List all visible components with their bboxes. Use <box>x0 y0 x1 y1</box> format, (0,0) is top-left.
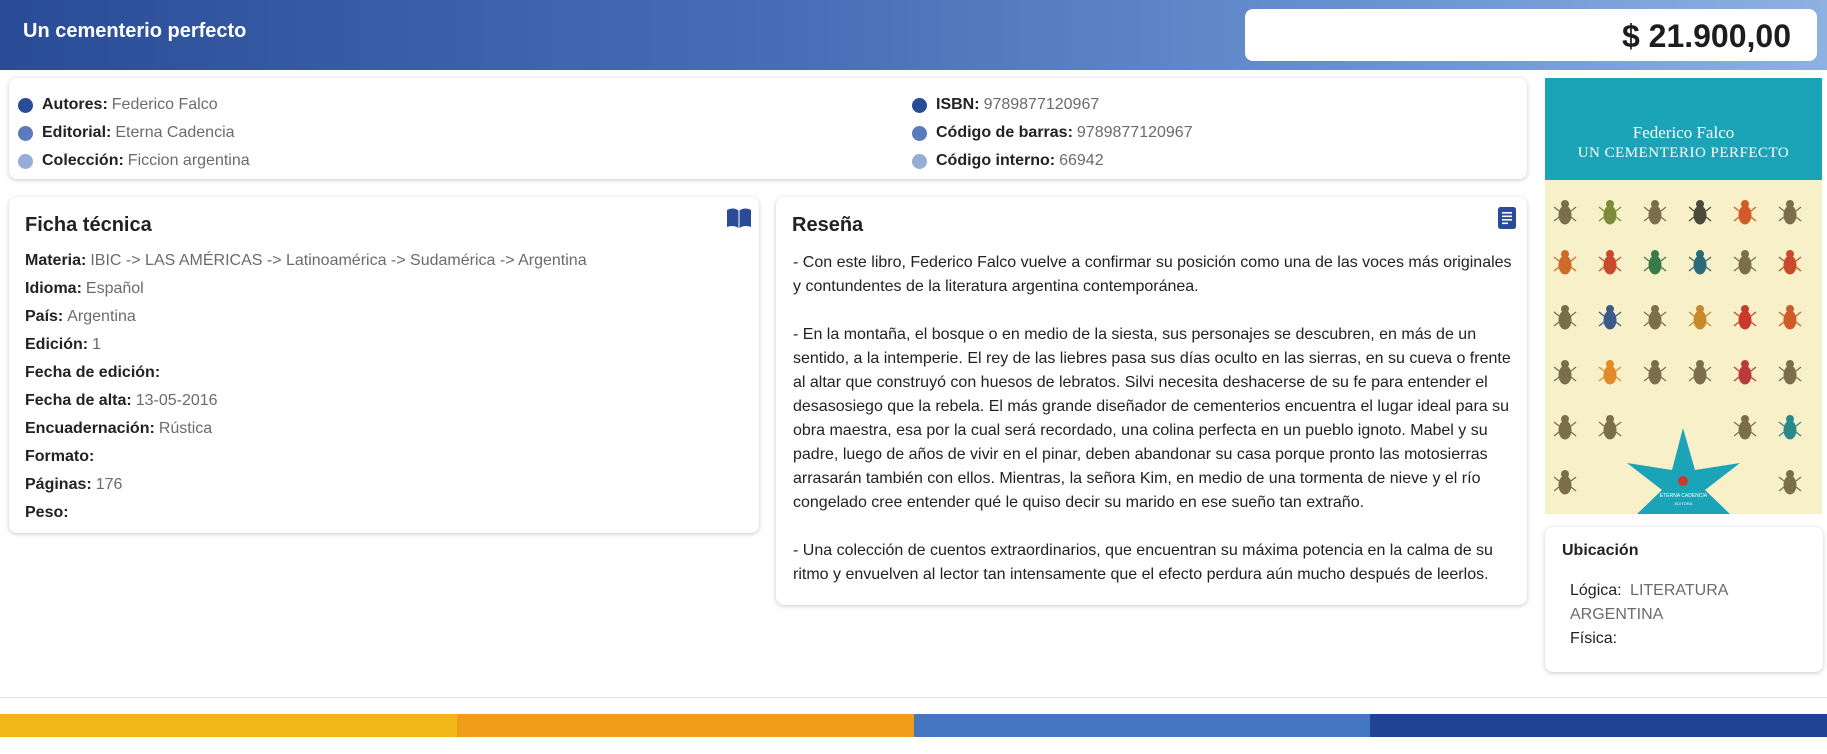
bullet-icon <box>18 125 33 141</box>
info-row-editorial: Editorial: Eterna Cadencia <box>18 119 250 147</box>
ubicacion-body: Lógica: LITERATURA ARGENTINA Física: <box>1570 579 1810 651</box>
ficha-value: Argentina <box>67 308 136 325</box>
ficha-row-pais: País: Argentina <box>25 303 587 331</box>
ficha-label: País: <box>25 308 64 325</box>
footer-color-stripes <box>0 714 1827 737</box>
info-label: Editorial: <box>42 124 112 141</box>
info-row-codigo-interno: Código interno: 66942 <box>912 147 1193 175</box>
cover-title: UN CEMENTERIO PERFECTO <box>1577 145 1790 161</box>
ubicacion-title: Ubicación <box>1562 542 1639 559</box>
document-icon <box>1498 207 1516 229</box>
ficha-row-formato: Formato: <box>25 443 587 471</box>
bullet-icon <box>912 97 927 113</box>
footer-divider <box>0 697 1827 698</box>
book-icon <box>727 208 751 228</box>
ficha-row-peso: Peso: <box>25 499 587 527</box>
cover-author: Federico Falco <box>1632 123 1735 142</box>
ficha-row-encuadernacion: Encuadernación: Rústica <box>25 415 587 443</box>
ficha-list: Materia: IBIC -> LAS AMÉRICAS -> Latinoa… <box>25 247 587 527</box>
stripe-dark-blue <box>1370 714 1827 737</box>
bullet-icon <box>18 153 33 169</box>
ficha-tecnica-card: Ficha técnica Materia: IBIC -> LAS AMÉRI… <box>9 197 759 533</box>
info-row-codigo-barras: Código de barras: 9789877120967 <box>912 119 1193 147</box>
info-label: Código interno: <box>936 152 1056 169</box>
ficha-row-fecha-edicion: Fecha de edición: <box>25 359 587 387</box>
resena-title: Reseña <box>792 214 864 236</box>
ubicacion-logica: Lógica: LITERATURA ARGENTINA <box>1570 579 1810 627</box>
ficha-row-paginas: Páginas: 176 <box>25 471 587 499</box>
resena-paragraph: - Una colección de cuentos extraordinari… <box>793 542 1493 583</box>
ficha-label: Páginas: <box>25 476 92 493</box>
ficha-value: 1 <box>92 336 102 353</box>
logica-label: Lógica: <box>1570 582 1622 599</box>
bullet-icon <box>912 153 927 169</box>
info-column-right: ISBN: 9789877120967 Código de barras: 97… <box>912 91 1193 175</box>
info-value: 66942 <box>1059 152 1104 169</box>
ficha-value: Rústica <box>158 420 213 437</box>
info-row-coleccion: Colección: Ficcion argentina <box>18 147 250 175</box>
resena-paragraph: - Con este libro, Federico Falco vuelve … <box>793 254 1512 295</box>
info-value: Eterna Cadencia <box>115 124 235 141</box>
ficha-label: Peso: <box>25 504 69 521</box>
info-row-isbn: ISBN: 9789877120967 <box>912 91 1193 119</box>
ficha-value: IBIC -> LAS AMÉRICAS -> Latinoamérica ->… <box>90 252 587 269</box>
ficha-label: Fecha de alta: <box>25 392 132 409</box>
book-info-card: Autores: Federico Falco Editorial: Etern… <box>9 78 1527 179</box>
book-cover-image: Federico Falco UN CEMENTERIO PERFECTO ET… <box>1545 78 1822 514</box>
resena-card: Reseña - Con este libro, Federico Falco … <box>776 197 1527 605</box>
info-label: Autores: <box>42 96 108 113</box>
info-label: Colección: <box>42 152 124 169</box>
header-bar: Un cementerio perfecto $ 21.900,00 <box>0 0 1827 70</box>
cover-publisher: ETERNA CADENCIA <box>1659 493 1708 499</box>
info-value: Ficcion argentina <box>127 152 250 169</box>
fisica-label: Física: <box>1570 630 1618 647</box>
cover-publisher-sub: EDITORA <box>1674 501 1693 506</box>
ficha-label: Encuadernación: <box>25 420 155 437</box>
price-box: $ 21.900,00 <box>1245 9 1817 61</box>
book-title: Un cementerio perfecto <box>23 20 247 42</box>
ficha-label: Idioma: <box>25 280 82 297</box>
ubicacion-card: Ubicación Lógica: LITERATURA ARGENTINA F… <box>1545 527 1823 672</box>
bullet-icon <box>912 125 927 141</box>
ficha-label: Formato: <box>25 448 95 465</box>
ficha-label: Fecha de edición: <box>25 364 161 381</box>
ficha-label: Edición: <box>25 336 89 353</box>
info-label: ISBN: <box>936 96 980 113</box>
ficha-label: Materia: <box>25 252 87 269</box>
ficha-value: Español <box>85 280 144 297</box>
info-value: 9789877120967 <box>1076 124 1193 141</box>
info-value: 9789877120967 <box>983 96 1100 113</box>
stripe-yellow <box>0 714 457 737</box>
info-column-left: Autores: Federico Falco Editorial: Etern… <box>18 91 250 175</box>
info-label: Código de barras: <box>936 124 1073 141</box>
resena-body: - Con este libro, Federico Falco vuelve … <box>793 251 1513 611</box>
info-value: Federico Falco <box>111 96 218 113</box>
stripe-light-blue <box>913 714 1371 737</box>
price-value: $ 21.900,00 <box>1621 18 1791 54</box>
ubicacion-fisica: Física: <box>1570 627 1810 651</box>
ficha-value: 13-05-2016 <box>135 392 218 409</box>
ficha-value: 176 <box>95 476 123 493</box>
stripe-orange <box>456 714 914 737</box>
ficha-tecnica-title: Ficha técnica <box>25 214 152 236</box>
bullet-icon <box>18 97 33 113</box>
ficha-row-materia: Materia: IBIC -> LAS AMÉRICAS -> Latinoa… <box>25 247 587 275</box>
resena-paragraph: - En la montaña, el bosque o en medio de… <box>793 326 1511 511</box>
ficha-row-fecha-alta: Fecha de alta: 13-05-2016 <box>25 387 587 415</box>
ficha-row-idioma: Idioma: Español <box>25 275 587 303</box>
info-row-autores: Autores: Federico Falco <box>18 91 250 119</box>
ficha-row-edicion: Edición: 1 <box>25 331 587 359</box>
